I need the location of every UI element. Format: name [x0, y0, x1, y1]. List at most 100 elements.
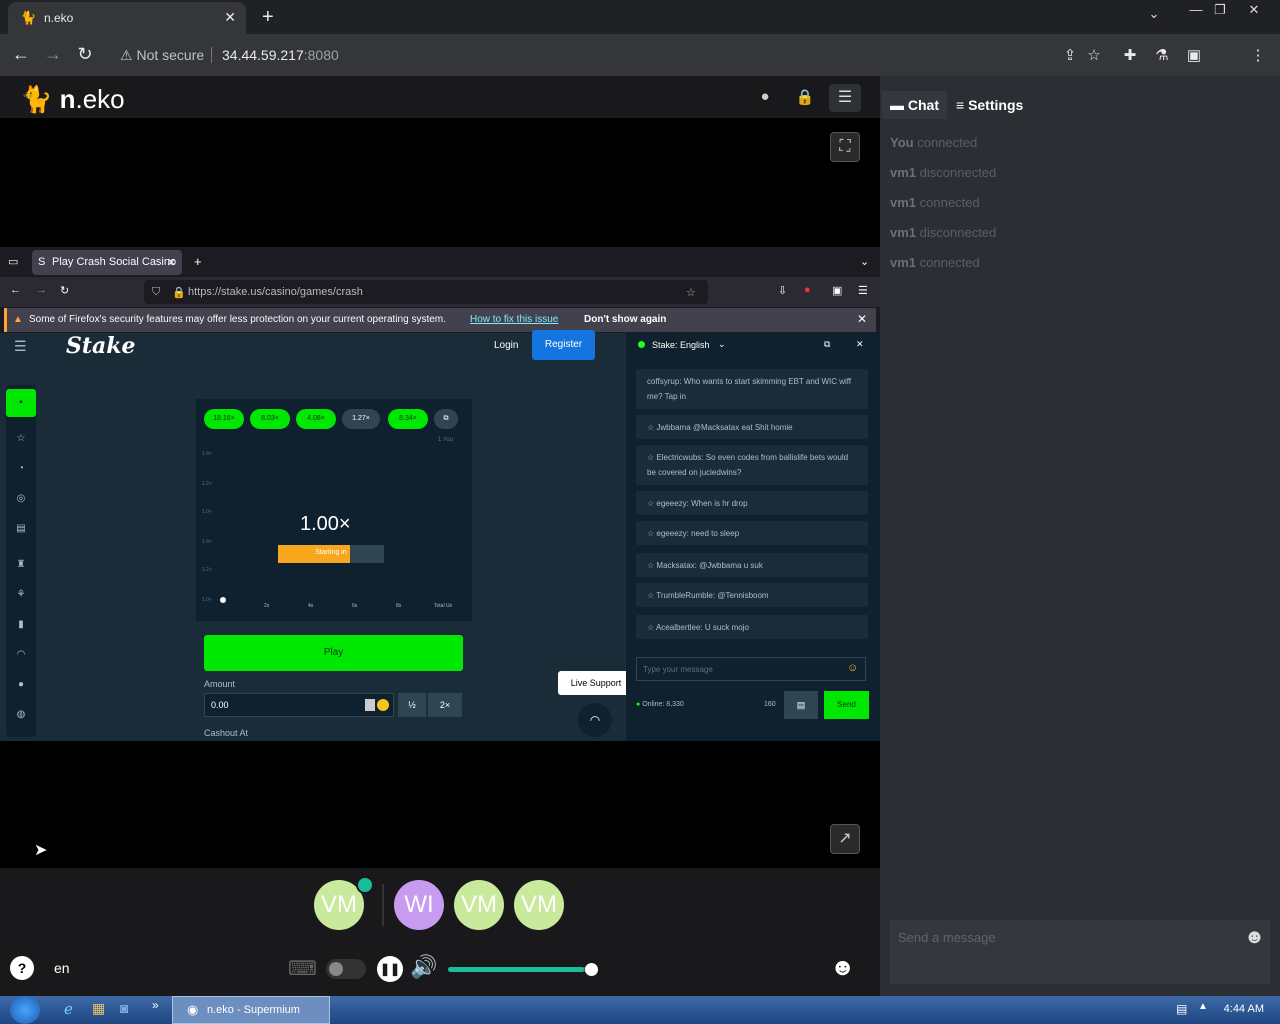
stake-logo[interactable]: Stake	[66, 333, 136, 359]
previous-multiplier[interactable]: 18.16×	[204, 409, 244, 429]
chat-user[interactable]: coffsyrup:	[647, 377, 682, 386]
explorer-icon[interactable]: ▦	[92, 1000, 105, 1017]
firefox-tab-close-icon[interactable]: ✕	[167, 256, 176, 269]
amount-input[interactable]: 0.00	[204, 693, 394, 717]
close-chat-icon[interactable]: ✕	[856, 339, 864, 350]
login-button[interactable]: Login	[494, 340, 518, 351]
casino-home-icon[interactable]: ▪	[6, 389, 36, 417]
close-tab-icon[interactable]: ✕	[224, 9, 236, 26]
language-icon[interactable]: ◍	[6, 709, 36, 720]
warning-close-icon[interactable]: ✕	[857, 312, 867, 326]
forward-icon[interactable]: →	[42, 44, 64, 65]
firefox-menu-icon[interactable]: ☰	[858, 284, 868, 297]
lock-icon[interactable]: 🔒	[794, 88, 816, 106]
firefox-list-tabs-icon[interactable]: ⌄	[860, 255, 869, 268]
fullscreen-icon[interactable]: ⛶	[830, 132, 860, 162]
volume-icon[interactable]: 🔊	[410, 954, 437, 980]
emoji-icon[interactable]: ☻	[830, 954, 855, 982]
ie-icon[interactable]: ℯ	[64, 1000, 73, 1018]
control-toggle[interactable]	[326, 959, 366, 979]
chat-room-selector[interactable]: Stake: English	[652, 340, 710, 350]
firefox-new-tab-icon[interactable]: +	[194, 254, 202, 269]
omnibox[interactable]: ⚠ Not secure 34.44.59.217:8080	[108, 39, 1114, 71]
firefox-reload-icon[interactable]: ↻	[60, 284, 69, 297]
register-button[interactable]: Register	[532, 330, 595, 360]
previous-multiplier[interactable]: 8.34×	[388, 409, 428, 429]
stake-menu-icon[interactable]: ☰	[14, 338, 27, 355]
chat-user[interactable]: egeeezy:	[656, 529, 688, 538]
start-button[interactable]	[10, 996, 40, 1024]
volume-knob[interactable]	[585, 963, 598, 976]
share-icon[interactable]: ⇪	[1060, 46, 1080, 64]
chat-user[interactable]: Jwbbama	[656, 423, 690, 432]
affiliate-icon[interactable]: ⚘	[6, 589, 36, 600]
recent-icon[interactable]: ◔	[6, 463, 36, 474]
clock[interactable]: 4:44 AM	[1224, 1003, 1264, 1015]
restore-icon[interactable]: ❐	[1206, 2, 1234, 18]
my-bets-icon[interactable]: ▤	[6, 523, 36, 534]
pause-icon[interactable]: ❚❚	[377, 956, 403, 982]
coin-select-icon[interactable]	[365, 699, 375, 711]
firefox-forward-icon[interactable]: →	[36, 284, 47, 296]
bookmark-star-icon[interactable]: ☆	[1084, 46, 1104, 64]
help-icon[interactable]: ?	[10, 956, 34, 980]
fix-issue-link[interactable]: How to fix this issue	[470, 314, 558, 325]
volume-slider[interactable]	[448, 967, 591, 972]
reload-icon[interactable]: ↻	[74, 44, 96, 65]
support-icon[interactable]: ◠	[6, 649, 36, 660]
firefox-back-icon[interactable]: ←	[10, 284, 21, 296]
chat-rules-icon[interactable]: ▤	[784, 691, 818, 719]
chat-user[interactable]: Macksatax:	[656, 561, 696, 570]
headset-icon[interactable]: ◠	[578, 703, 612, 737]
tab-chat[interactable]: ▬ Chat	[882, 91, 948, 119]
chat-user[interactable]: TrumbleRumble:	[656, 591, 715, 600]
app-icon[interactable]: ◙	[120, 1000, 128, 1016]
tab-search-icon[interactable]: ⌄	[1140, 6, 1168, 22]
history-icon[interactable]: ⧉	[434, 409, 458, 429]
side-panel-icon[interactable]: ▣	[1184, 46, 1204, 64]
message-input[interactable]: Send a message ☻	[890, 920, 1270, 984]
challenges-icon[interactable]: ◎	[6, 493, 36, 504]
taskbar-item[interactable]: ◉ n.eko - Supermium	[172, 996, 330, 1024]
firefox-view-icon[interactable]: ▭	[8, 255, 18, 268]
hamburger-menu-button[interactable]: ☰	[829, 84, 861, 112]
chat-message-input[interactable]: Type your message ☺	[636, 657, 866, 681]
double-bet-button[interactable]: 2×	[428, 693, 462, 717]
previous-multiplier[interactable]: 4.08×	[296, 409, 336, 429]
chat-user[interactable]: Electricwubs:	[656, 453, 703, 462]
play-button[interactable]: Play	[204, 635, 463, 671]
blog-icon[interactable]: ▮	[6, 619, 36, 630]
chat-user[interactable]: egeeezy:	[656, 499, 688, 508]
window-close-icon[interactable]: ✕	[1240, 2, 1268, 18]
firefox-tab[interactable]: S Play Crash Social Casino ✕	[32, 250, 182, 275]
keyboard-icon[interactable]: ⌨	[288, 956, 317, 981]
back-icon[interactable]: ←	[10, 44, 32, 65]
overflow-chevron-icon[interactable]: »	[152, 998, 159, 1012]
language-selector[interactable]: en	[54, 960, 70, 976]
send-button[interactable]: Send	[824, 691, 869, 719]
half-bet-button[interactable]: ½	[398, 693, 426, 717]
extensions-icon[interactable]: ✚	[1120, 46, 1140, 64]
member-avatar[interactable]: VM	[454, 880, 504, 930]
member-avatar[interactable]: VM	[514, 880, 564, 930]
browser-tab[interactable]: 🐈 n.eko ✕	[8, 2, 246, 34]
chat-user[interactable]: Acealbertlee:	[656, 623, 703, 632]
favourites-icon[interactable]: ☆	[6, 433, 36, 444]
responsible-icon[interactable]: ●	[6, 679, 36, 690]
mouse-icon[interactable]: ●	[754, 88, 776, 105]
extension-icon[interactable]: ▣	[832, 284, 842, 297]
firefox-save-icon[interactable]: ⇩	[778, 284, 787, 297]
emoji-icon[interactable]: ☺	[847, 662, 858, 674]
chevron-down-icon[interactable]: ⌄	[718, 339, 726, 350]
popout-icon[interactable]: ↗	[830, 824, 860, 854]
tab-settings[interactable]: ≡ Settings	[948, 91, 1031, 119]
new-tab-icon[interactable]: +	[262, 6, 274, 29]
chrome-menu-icon[interactable]: ⋮	[1248, 46, 1268, 64]
previous-multiplier[interactable]: 8.03×	[250, 409, 290, 429]
previous-multiplier[interactable]: 1.27×	[342, 409, 380, 429]
firefox-url-bar[interactable]: ⛉ 🔒 https://stake.us/casino/games/crash …	[144, 280, 708, 304]
extension-red-icon[interactable]: ●	[804, 284, 811, 296]
popout-chat-icon[interactable]: ⧉	[824, 339, 830, 350]
emoji-picker-icon[interactable]: ☻	[1244, 926, 1265, 949]
labs-icon[interactable]: ⚗	[1152, 46, 1172, 64]
